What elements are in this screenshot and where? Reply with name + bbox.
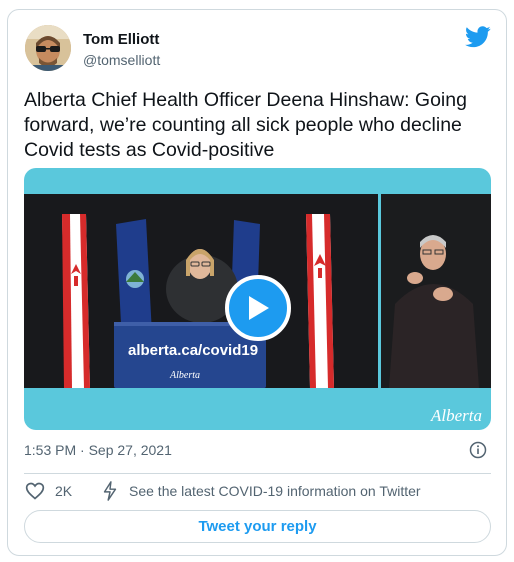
info-icon[interactable] <box>469 441 487 459</box>
avatar-image <box>25 25 71 71</box>
play-button[interactable] <box>225 275 291 341</box>
play-icon <box>249 296 269 320</box>
podium-url: alberta.ca/covid19 <box>128 342 259 359</box>
avatar[interactable] <box>25 25 71 71</box>
alberta-watermark: Alberta <box>431 406 482 425</box>
lightning-icon <box>103 481 117 501</box>
tweet-timestamp[interactable]: 1:53 PM · Sep 27, 2021 <box>24 442 172 458</box>
divider <box>24 473 491 474</box>
covid-info-link[interactable]: See the latest COVID-19 information on T… <box>129 483 421 499</box>
author-name[interactable]: Tom Elliott <box>83 31 159 48</box>
like-count[interactable]: 2K <box>55 483 72 499</box>
video-player[interactable]: alberta.ca/covid19 Alberta Alberta <box>24 168 491 430</box>
sign-language-interpreter-frame <box>378 194 491 388</box>
heart-icon[interactable] <box>25 481 45 501</box>
author-handle[interactable]: @tomselliott <box>83 52 160 68</box>
tweet-card: Tom Elliott @tomselliott Alberta Chief H… <box>7 9 507 556</box>
interpreter-scene <box>381 194 491 388</box>
twitter-bird-icon[interactable] <box>465 26 491 48</box>
tweet-text: Alberta Chief Health Officer Deena Hinsh… <box>24 89 467 161</box>
tweet-reply-button[interactable]: Tweet your reply <box>24 510 491 543</box>
podium-logo: Alberta <box>170 370 200 381</box>
